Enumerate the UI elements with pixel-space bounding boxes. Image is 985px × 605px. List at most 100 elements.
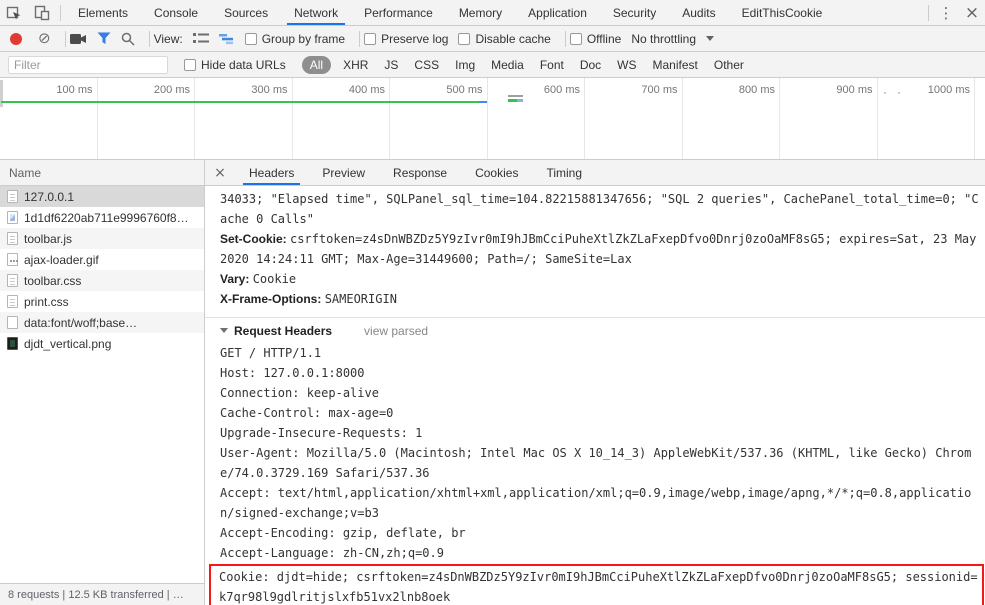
divider <box>359 30 361 47</box>
resource-type-filter[interactable]: Img <box>455 58 475 72</box>
resource-type-filter[interactable]: Manifest <box>653 58 698 72</box>
preserve-log-checkbox[interactable] <box>364 32 377 45</box>
hide-data-urls-checkbox[interactable] <box>184 58 196 71</box>
throttling-select[interactable]: No throttling <box>631 31 715 46</box>
clear-icon: ⊘ <box>38 29 51 47</box>
disable-cache-checkbox[interactable] <box>458 32 471 45</box>
close-devtools-icon[interactable]: × <box>959 0 985 25</box>
response-headers: Set-Cookie: csrftoken=z4sDnWBZDz5Y9zIvr0… <box>220 229 983 309</box>
divider <box>564 30 566 47</box>
request-row[interactable]: djdt_vertical.png <box>0 333 204 354</box>
request-header-line: Host: 127.0.0.1:8000 <box>220 366 365 380</box>
resource-type-filter[interactable]: XHR <box>343 58 368 72</box>
resource-type-filter[interactable]: Doc <box>580 58 601 72</box>
request-headers-title: Request Headers <box>234 323 333 338</box>
timeline-tick-label: 700 ms <box>585 78 683 159</box>
detail-tab[interactable]: Cookies <box>461 160 532 185</box>
response-header: Vary: Cookie <box>220 269 983 289</box>
timeline-tick-label: 800 ms <box>683 78 780 159</box>
hide-data-urls-label[interactable]: Hide data URLs <box>201 58 286 72</box>
file-type-icon <box>7 190 18 203</box>
list-view-icon <box>192 33 209 43</box>
group-by-frame-label[interactable]: Group by frame <box>262 32 345 46</box>
detail-tab[interactable]: Response <box>379 160 461 185</box>
search-icon <box>121 32 135 46</box>
filter-input[interactable] <box>8 55 168 74</box>
file-type-icon <box>7 316 18 329</box>
header-name: X-Frame-Options: <box>220 292 322 306</box>
panel-tab[interactable]: Network <box>281 0 351 25</box>
resource-type-filter[interactable]: All <box>301 55 332 74</box>
capture-screenshots-button[interactable] <box>69 33 87 45</box>
panel-tab[interactable]: Application <box>515 0 600 25</box>
request-detail-panel: × Headers Preview Response Cookies Timin… <box>205 160 985 605</box>
request-row[interactable]: 127.0.0.1 <box>0 186 204 207</box>
name-column-header[interactable]: Name <box>0 160 204 186</box>
group-by-frame-checkbox[interactable] <box>244 32 257 45</box>
request-name: toolbar.js <box>24 231 73 246</box>
request-row[interactable]: ajax-loader.gif <box>0 249 204 270</box>
offline-checkbox[interactable] <box>569 32 582 45</box>
timeline-tick-label: 600 ms <box>488 78 585 159</box>
panel-tab[interactable]: Security <box>600 0 669 25</box>
more-menu-icon[interactable]: ⋮ <box>933 0 959 25</box>
request-header-line: Accept-Encoding: gzip, deflate, br <box>220 526 466 540</box>
filter-funnel-icon <box>97 32 111 44</box>
waterfall-mini-bar <box>508 95 523 97</box>
detail-tab[interactable]: Preview <box>308 160 379 185</box>
filter-bar: Hide data URLs All XHR JS CSS Img Media … <box>0 52 985 78</box>
panel-tab[interactable]: Memory <box>446 0 515 25</box>
network-main: Name 127.0.0.1 1d1df6220ab711e9996760f8… <box>0 160 985 605</box>
show-overview-toggle[interactable] <box>218 32 235 45</box>
close-detail-icon[interactable]: × <box>205 160 235 185</box>
request-headers-section-header[interactable]: Request Headers view parsed <box>220 318 983 343</box>
requests-summary-bar: 8 requests | 12.5 KB transferred | … <box>0 583 204 605</box>
panel-tab[interactable]: Elements <box>65 0 141 25</box>
resource-type-filter[interactable]: Font <box>540 58 564 72</box>
cookie-highlight-box: Cookie: djdt=hide; csrftoken=z4sDnWBZDz5… <box>209 564 984 605</box>
large-rows-toggle[interactable] <box>192 32 209 45</box>
request-name: 1d1df6220ab711e9996760f8… <box>24 210 189 225</box>
throttling-value: No throttling <box>631 31 697 46</box>
panel-tab[interactable]: Console <box>141 0 211 25</box>
panel-tab[interactable]: EditThisCookie <box>729 0 836 25</box>
detail-tab[interactable]: Headers <box>235 160 308 185</box>
resource-type-filter[interactable]: WS <box>617 58 636 72</box>
request-name: toolbar.css <box>24 273 82 288</box>
timeline-tick-label: 300 ms <box>195 78 293 159</box>
disclosure-triangle-icon[interactable] <box>220 328 228 333</box>
chevron-down-icon <box>706 36 715 41</box>
disable-cache-label[interactable]: Disable cache <box>475 32 550 46</box>
request-row[interactable]: toolbar.js <box>0 228 204 249</box>
panel-tab[interactable]: Audits <box>669 0 728 25</box>
request-row[interactable]: data:font/woff;base… <box>0 312 204 333</box>
panel-tab[interactable]: Sources <box>211 0 281 25</box>
request-name: 127.0.0.1 <box>24 189 75 204</box>
request-row[interactable]: 1d1df6220ab711e9996760f8… <box>0 207 204 228</box>
filter-toggle-button[interactable] <box>97 32 111 45</box>
request-header-line: Upgrade-Insecure-Requests: 1 <box>220 426 423 440</box>
resource-type-filter[interactable]: Other <box>714 58 744 72</box>
request-row[interactable]: print.css <box>0 291 204 312</box>
file-type-icon <box>7 274 18 287</box>
device-toolbar-icon[interactable] <box>28 0 56 25</box>
preserve-log-label[interactable]: Preserve log <box>381 32 448 46</box>
cookie-header-line: Cookie: djdt=hide; csrftoken=z4sDnWBZDz5… <box>219 570 978 604</box>
offline-label[interactable]: Offline <box>587 32 621 46</box>
resource-type-filter[interactable]: CSS <box>414 58 439 72</box>
inspect-element-icon[interactable] <box>0 0 28 25</box>
timeline-overview[interactable]: 100 ms 200 ms 300 ms 400 ms 500 ms 600 m… <box>0 78 985 160</box>
request-row[interactable]: toolbar.css <box>0 270 204 291</box>
record-button[interactable] <box>10 32 22 45</box>
request-header-line: User-Agent: Mozilla/5.0 (Macintosh; Inte… <box>220 446 972 480</box>
search-button[interactable] <box>121 32 135 46</box>
disable-cache-option: Disable cache <box>458 32 551 46</box>
view-parsed-link[interactable]: view parsed <box>364 324 428 338</box>
resource-type-filter[interactable]: Media <box>491 58 524 72</box>
clear-button[interactable]: ⊘ <box>38 31 51 46</box>
panel-tab[interactable]: Performance <box>351 0 446 25</box>
detail-tab[interactable]: Timing <box>532 160 596 185</box>
resource-type-filter[interactable]: JS <box>384 58 398 72</box>
timeline-green-line <box>1 101 479 103</box>
waterfall-mini-dot <box>898 92 900 94</box>
